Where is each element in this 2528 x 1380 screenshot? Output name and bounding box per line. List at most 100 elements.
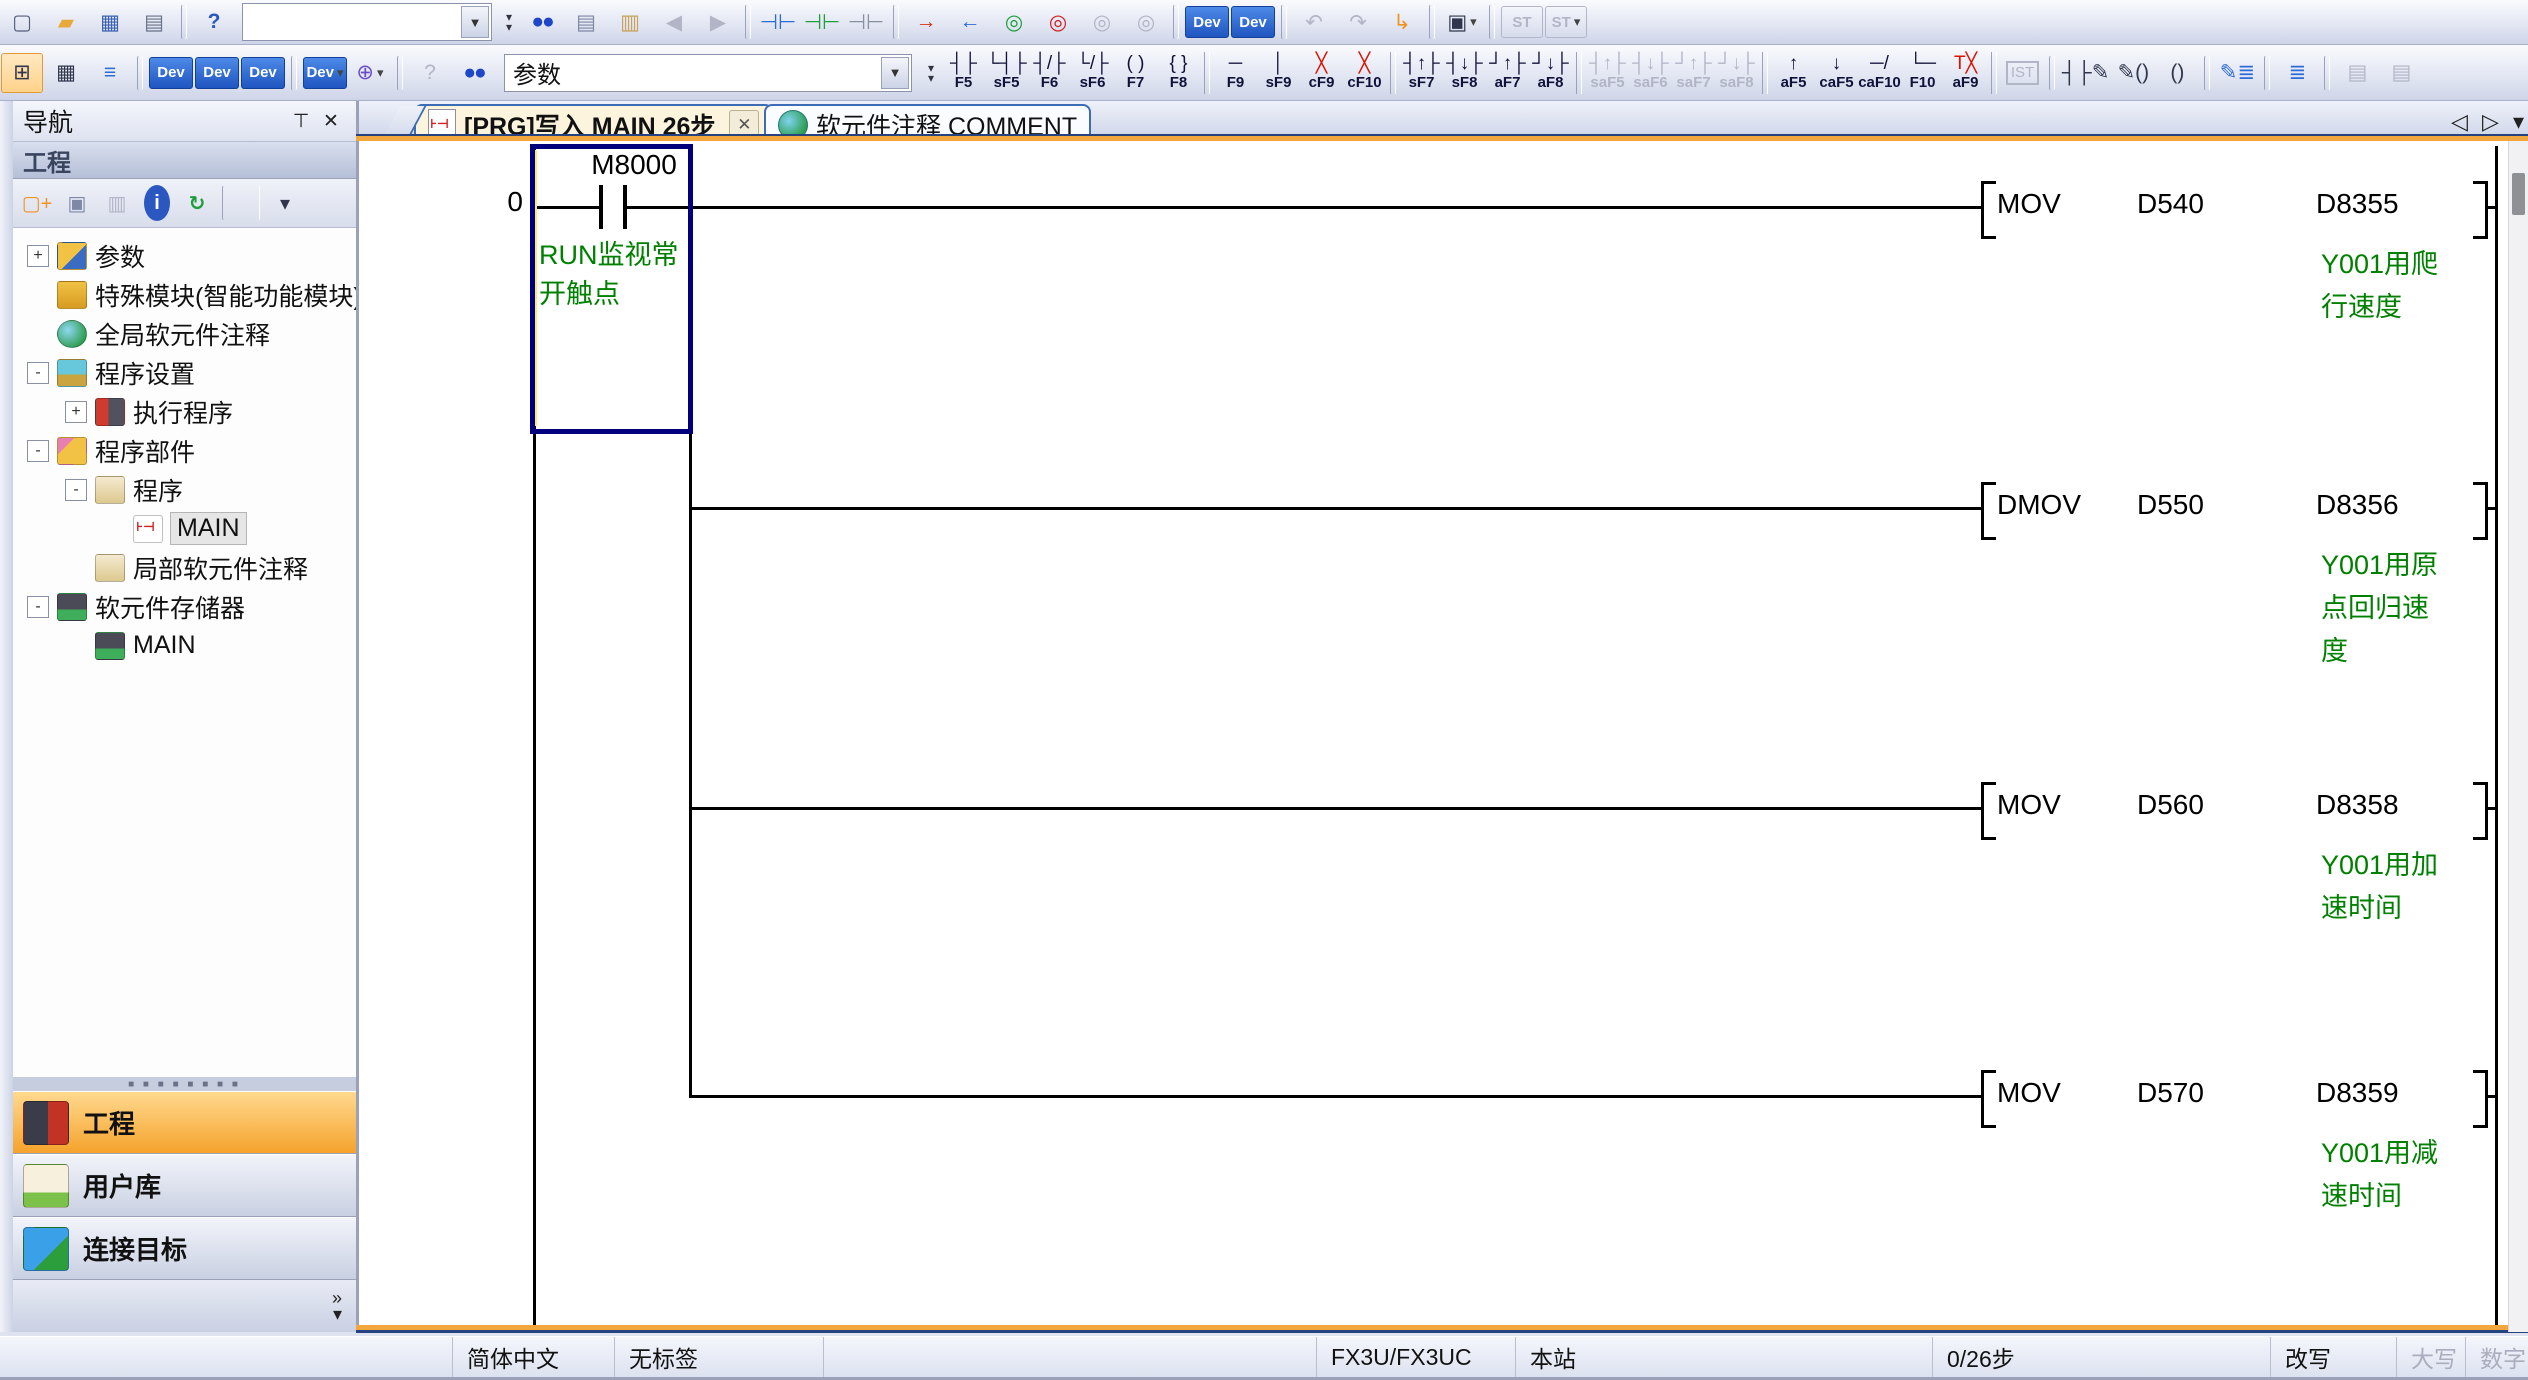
ladder-symbol-button[interactable]: ╳cF9	[1300, 48, 1343, 98]
ladder-symbol-button[interactable]: ┘↓├saF8	[1715, 48, 1758, 98]
device-batch-monitor-icon[interactable]: Dev	[1231, 6, 1275, 38]
ladder-editor[interactable]: 0 M8000 RUN监视常 开触点 MOV D540 D8355 Y001用爬…	[356, 141, 2528, 1332]
toolbar-icon[interactable]	[137, 55, 143, 91]
ladder-symbol-button[interactable]	[1390, 52, 1396, 94]
device-memory-icon[interactable]: Dev	[195, 57, 239, 89]
device-find-icon[interactable]: ●●	[521, 2, 563, 42]
tree-item[interactable]: 全局软元件注释	[13, 314, 356, 353]
device-reference-icon[interactable]: Dev	[241, 57, 285, 89]
tree-item[interactable]: 局部软元件注释	[13, 548, 356, 587]
toolbar-icon[interactable]	[2264, 55, 2270, 91]
cross-reference-icon[interactable]: ⊕	[349, 53, 391, 93]
note-list-icon[interactable]: ≣	[2276, 53, 2318, 93]
ladder-symbol-button[interactable]: ┤├F5	[942, 48, 985, 98]
ladder-symbol-button[interactable]: └┤├sF5	[985, 48, 1028, 98]
quick-search-combo[interactable]: ▼	[242, 3, 492, 41]
combo-arrow-icon[interactable]: ▼	[881, 57, 909, 89]
ladder-symbol-button[interactable]: ┤/├F6	[1028, 48, 1071, 98]
statement-list-icon[interactable]: ✎≣	[2216, 53, 2258, 93]
nav-view-button[interactable]: 工程	[13, 1091, 356, 1154]
tab-menu-icon[interactable]: ▾	[2513, 109, 2524, 135]
undo-icon[interactable]: ↶	[1293, 2, 1335, 42]
module-icon[interactable]: ▦	[45, 53, 87, 93]
tree-expander-icon[interactable]: +	[27, 245, 49, 267]
toolbar-overflow-icon[interactable]: ▾▾	[920, 54, 942, 92]
ladder-symbol-button[interactable]: ↓caF5	[1815, 48, 1858, 98]
list-icon[interactable]: ≡	[89, 53, 131, 93]
toolbar-icon[interactable]	[745, 4, 751, 40]
save-project-icon[interactable]: ▦	[89, 2, 131, 42]
ladder-symbol-button[interactable]: ─/caF10	[1858, 48, 1901, 98]
device-display-icon[interactable]: Dev	[303, 57, 347, 89]
transfer-setup-icon[interactable]: →	[905, 2, 947, 42]
scrollbar-thumb[interactable]	[2512, 173, 2525, 215]
refresh-icon[interactable]: ↻	[178, 185, 216, 221]
ladder-symbol-button[interactable]	[1576, 52, 1582, 94]
read-from-plc-icon[interactable]: ⊣⊢	[845, 2, 887, 42]
tree-item[interactable]: - 程序	[13, 470, 356, 509]
copy-list-icon[interactable]: ▤	[565, 2, 607, 42]
tab-scroll-right-icon[interactable]: ▷	[2482, 109, 2499, 135]
close-icon[interactable]: ✕	[316, 107, 346, 135]
tree-item[interactable]: MAIN	[13, 626, 356, 665]
program-check-icon[interactable]: ▤	[2336, 53, 2378, 93]
device-comment-icon[interactable]: Dev	[149, 57, 193, 89]
copy-data-icon[interactable]: ▣	[58, 185, 96, 221]
nav-toolbar-icon[interactable]	[222, 185, 260, 221]
new-data-icon[interactable]: ▢+	[18, 185, 56, 221]
ladder-symbol-button[interactable]: │sF9	[1257, 48, 1300, 98]
ladder-symbol-button[interactable]	[1204, 52, 1210, 94]
sort-menu-icon[interactable]: ▾	[266, 185, 304, 221]
tree-item[interactable]: + 参数	[13, 236, 356, 275]
ladder-symbol-button[interactable]: ┘↓├aF8	[1529, 48, 1572, 98]
tab-scroll-left-icon[interactable]: ◁	[2451, 109, 2468, 135]
combo-arrow-icon[interactable]: ▼	[461, 6, 489, 38]
tree-item[interactable]: 特殊模块(智能功能模块)	[13, 275, 356, 314]
toolbar-icon[interactable]	[181, 4, 187, 40]
ladder-symbol-button[interactable]: ─F9	[1214, 48, 1257, 98]
zoom-out-icon[interactable]: ◎	[1037, 2, 1079, 42]
ladder-symbol-button[interactable]: ↑aF5	[1772, 48, 1815, 98]
ladder-symbol-button[interactable]: { }F8	[1157, 48, 1200, 98]
ladder-symbol-button[interactable]: ┘↑├saF7	[1672, 48, 1715, 98]
forward-icon[interactable]: ▶	[697, 2, 739, 42]
write-to-plc-icon[interactable]: ⊣⊢	[757, 2, 799, 42]
tree-item[interactable]: - 程序设置	[13, 353, 356, 392]
new-project-icon[interactable]: ▢	[1, 2, 43, 42]
zoom-in-icon[interactable]: ◎	[993, 2, 1035, 42]
open-project-icon[interactable]: ▰	[45, 2, 87, 42]
toolbar-icon[interactable]	[893, 4, 899, 40]
st-edit-icon[interactable]: ST	[1501, 6, 1543, 38]
ladder-symbol-button[interactable]: └/├sF6	[1071, 48, 1114, 98]
ladder-symbol-button[interactable]: IST	[2001, 48, 2044, 98]
ladder-symbol-button[interactable]: ┘↑├aF7	[1486, 48, 1529, 98]
back-icon[interactable]: ◀	[653, 2, 695, 42]
navigation-window-icon[interactable]: ⊞	[1, 53, 43, 93]
toolbar-icon[interactable]	[291, 55, 297, 91]
ladder-symbol-button[interactable]: ┤↓├sF8	[1443, 48, 1486, 98]
toolbar-overflow-icon[interactable]: ▾▾	[498, 3, 520, 41]
device-label-combo[interactable]: 参数▼	[504, 54, 912, 92]
toolbar-icon[interactable]	[2324, 55, 2330, 91]
verify-with-plc-icon[interactable]: ⊣⊢	[801, 2, 843, 42]
tree-item[interactable]: - 程序部件	[13, 431, 356, 470]
paste-data-icon[interactable]: ▥	[98, 185, 136, 221]
toolbar-icon[interactable]	[1173, 4, 1179, 40]
ladder-symbol-button[interactable]: ┤↑├sF7	[1400, 48, 1443, 98]
ladder-symbol-button[interactable]	[1762, 52, 1768, 94]
toolbar-icon[interactable]	[1281, 4, 1287, 40]
tree-expander-icon[interactable]: -	[27, 596, 49, 618]
property-icon[interactable]: i	[144, 185, 170, 221]
toolbar-icon[interactable]	[2204, 55, 2210, 91]
tree-item[interactable]: MAIN	[13, 509, 356, 548]
zoom-gray1-icon[interactable]: ◎	[1081, 2, 1123, 42]
vertical-scrollbar[interactable]	[2508, 141, 2528, 1332]
ladder-symbol-button[interactable]: ╳cF10	[1343, 48, 1386, 98]
tree-item[interactable]: + 执行程序	[13, 392, 356, 431]
ladder-symbol-button[interactable]	[1991, 52, 1997, 94]
program-find-icon[interactable]: ▤	[2380, 53, 2422, 93]
help-gray-icon[interactable]: ?	[409, 53, 451, 93]
nav-view-button[interactable]: 连接目标	[13, 1217, 356, 1280]
st-monitor-icon[interactable]: ST	[1545, 6, 1587, 38]
transfer-read-icon[interactable]: ←	[949, 2, 991, 42]
